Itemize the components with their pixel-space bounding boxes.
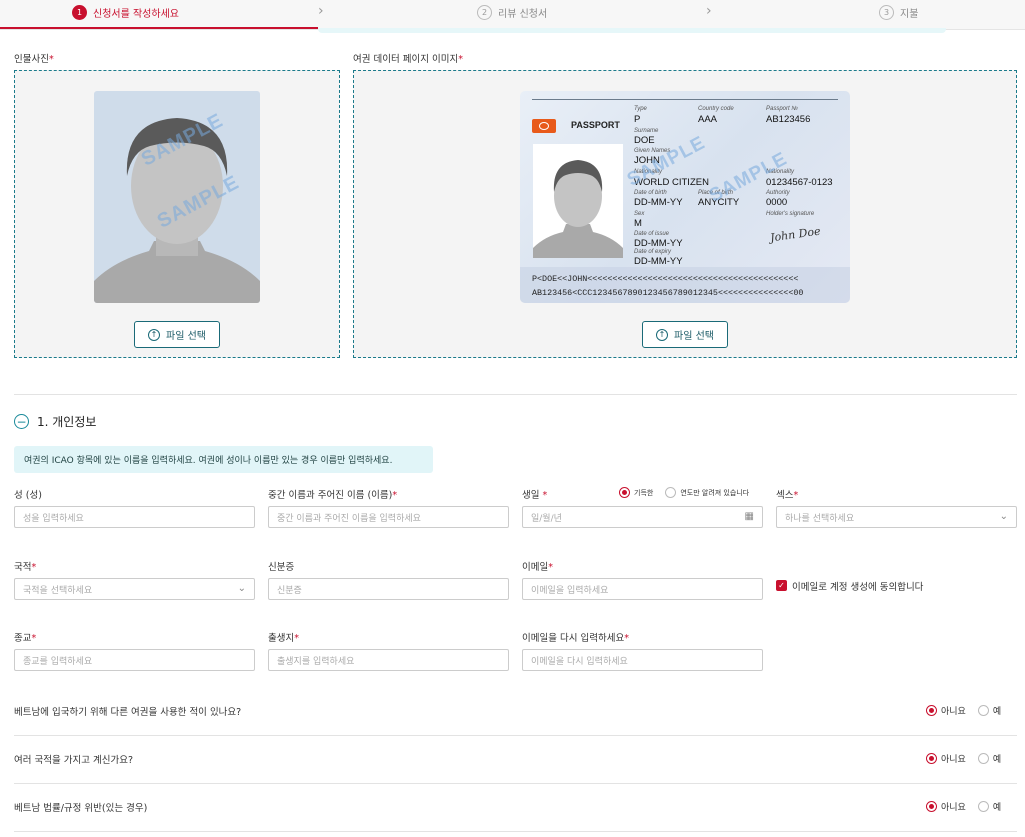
progress-stepper: 1 신청서를 작성하세요 › 2 리뷰 신청서 › 3 지불 — [0, 0, 1025, 33]
dob-year-only-radio[interactable] — [665, 487, 677, 498]
question-other-passport-options: 아니요 예 — [926, 704, 1001, 717]
dob-input[interactable]: 일/월/년 ▦ — [522, 506, 763, 528]
personal-info-section-header[interactable]: − 1. 개인정보 — [14, 413, 96, 430]
silhouette-icon — [94, 118, 260, 303]
step-label: 리뷰 신청서 — [498, 9, 548, 20]
religion-label: 종교* — [14, 633, 37, 644]
sex-select[interactable]: 하나를 선택하세요 ⌄ — [776, 506, 1017, 528]
step-1[interactable]: 1 신청서를 작성하세요 — [72, 5, 179, 20]
calendar-icon[interactable]: ▦ — [745, 511, 754, 522]
portrait-label: 인물사진* — [14, 54, 54, 65]
dob-label: 생일 * — [522, 490, 548, 501]
given-name-input[interactable]: 중간 이름과 주어진 이름을 입력하세요 — [268, 506, 509, 528]
step-2[interactable]: 2 리뷰 신청서 — [477, 5, 547, 20]
chevron-right-icon: › — [706, 3, 712, 19]
chevron-down-icon: ⌄ — [999, 511, 1008, 522]
email-confirm-label: 이메일을 다시 입력하세요* — [522, 633, 629, 644]
chevron-right-icon: › — [318, 3, 324, 19]
email-label: 이메일* — [522, 562, 553, 573]
question-other-passport: 베트남에 입국하기 위해 다른 여권을 사용한 적이 있나요? — [14, 707, 242, 718]
email-confirm-input[interactable]: 이메일을 다시 입력하세요 — [522, 649, 763, 671]
collapse-minus-icon[interactable]: − — [14, 414, 29, 429]
upload-arrow-icon: ↑ — [656, 328, 668, 341]
passport-label: 여권 데이터 페이지 이미지* — [353, 54, 463, 65]
section-divider — [14, 394, 1017, 395]
name-instruction-note: 여권의 ICAO 항목에 있는 이름을 입력하세요. 여권에 성이나 이름만 있… — [14, 446, 433, 473]
section-title: 1. 개인정보 — [37, 415, 97, 429]
question-law-violation: 베트남 법률/규정 위반(있는 경우) — [14, 803, 148, 814]
given-name-label: 중간 이름과 주어진 이름 (이름)* — [268, 490, 398, 501]
radio-yes[interactable] — [977, 801, 989, 812]
passport-sample-image: PASSPORT Type P Country code AAA Passpor… — [520, 91, 850, 303]
row-divider — [14, 783, 1017, 784]
question-law-violation-options: 아니요 예 — [926, 800, 1001, 813]
nationality-label: 국적* — [14, 562, 37, 573]
radio-no[interactable] — [926, 705, 937, 716]
mrz-line-1: P<DOE<<JOHN<<<<<<<<<<<<<<<<<<<<<<<<<<<<<… — [532, 274, 799, 284]
stepper-highlight-bar — [318, 28, 946, 33]
surname-label: 성 (성) — [14, 490, 42, 501]
emblem-icon — [532, 119, 556, 133]
portrait-select-file-button[interactable]: ↑ 파일 선택 — [134, 321, 220, 348]
dob-format-options: 기득한 연도만 알려져 있습니다 — [619, 487, 749, 498]
account-consent-label: 이메일로 계정 생성에 동의합니다 — [792, 582, 924, 593]
step-number: 3 — [879, 5, 894, 20]
step-number: 1 — [72, 5, 87, 20]
id-number-input[interactable]: 신분증 — [268, 578, 509, 600]
chevron-down-icon: ⌄ — [237, 583, 246, 594]
row-divider — [14, 831, 1017, 832]
birthplace-input[interactable]: 출생지를 입력하세요 — [268, 649, 509, 671]
active-step-indicator — [0, 27, 318, 29]
question-multiple-nationality-options: 아니요 예 — [926, 752, 1001, 765]
radio-yes[interactable] — [977, 705, 989, 716]
surname-input[interactable]: 성을 입력하세요 — [14, 506, 255, 528]
mrz-line-2: AB123456<CCC1234567890123456789012345<<<… — [532, 288, 804, 298]
sex-label: 섹스* — [776, 490, 799, 501]
account-consent-checkbox[interactable]: ✓ — [776, 580, 787, 591]
radio-no[interactable] — [926, 753, 937, 764]
portrait-sample-image: SAMPLE SAMPLE — [94, 91, 260, 303]
step-3[interactable]: 3 지불 — [879, 5, 918, 20]
radio-no[interactable] — [926, 801, 937, 812]
religion-input[interactable]: 종교를 입력하세요 — [14, 649, 255, 671]
id-number-label: 신분증 — [268, 562, 295, 573]
birthplace-label: 출생지* — [268, 633, 299, 644]
radio-yes[interactable] — [977, 753, 989, 764]
step-number: 2 — [477, 5, 492, 20]
email-input[interactable]: 이메일을 입력하세요 — [522, 578, 763, 600]
passport-select-file-button[interactable]: ↑ 파일 선택 — [642, 321, 728, 348]
question-multiple-nationality: 여러 국적을 가지고 계신가요? — [14, 755, 133, 766]
step-label: 지불 — [900, 9, 919, 20]
nationality-select[interactable]: 국적을 선택하세요 ⌄ — [14, 578, 255, 600]
signature: John Doe — [769, 224, 822, 245]
step-label: 신청서를 작성하세요 — [93, 9, 179, 20]
dob-full-radio[interactable] — [619, 487, 630, 498]
passport-photo-silhouette-icon — [533, 160, 623, 258]
upload-arrow-icon: ↑ — [148, 328, 160, 341]
row-divider — [14, 735, 1017, 736]
